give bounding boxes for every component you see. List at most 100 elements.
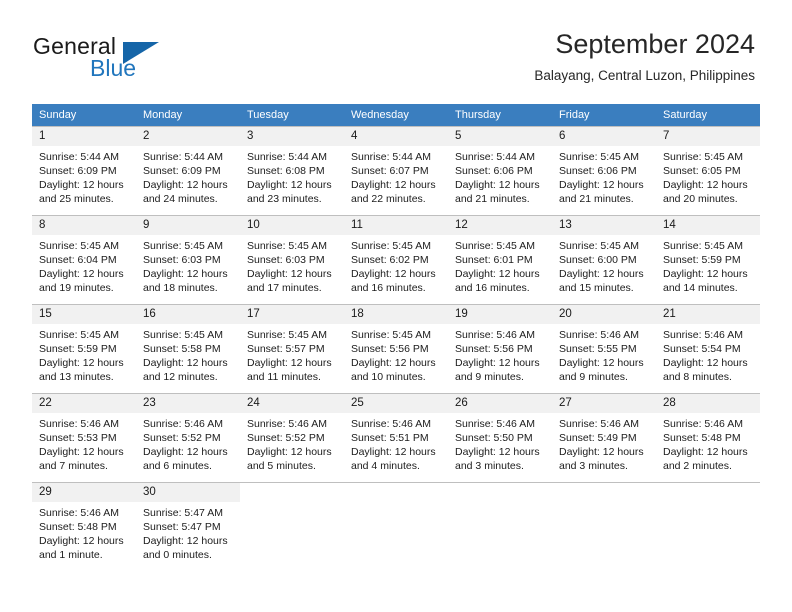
calendar-week-row: 8 Sunrise: 5:45 AM Sunset: 6:04 PM Dayli… xyxy=(32,215,760,305)
day-number: 28 xyxy=(656,394,760,413)
sunrise-text: Sunrise: 5:46 AM xyxy=(351,418,431,430)
calendar-day-cell[interactable]: 19 Sunrise: 5:46 AM Sunset: 5:56 PM Dayl… xyxy=(448,304,552,394)
sunrise-text: Sunrise: 5:46 AM xyxy=(559,418,639,430)
daylight-text-line1: Daylight: 12 hours xyxy=(351,357,436,369)
day-number: 21 xyxy=(656,305,760,324)
daylight-text-line2: and 22 minutes. xyxy=(351,193,426,205)
calendar-day-cell[interactable]: 22 Sunrise: 5:46 AM Sunset: 5:53 PM Dayl… xyxy=(32,393,136,483)
sunrise-text: Sunrise: 5:45 AM xyxy=(351,240,431,252)
day-details: Sunrise: 5:45 AM Sunset: 6:04 PM Dayligh… xyxy=(32,235,136,295)
sunset-text: Sunset: 6:09 PM xyxy=(143,165,221,177)
day-number xyxy=(552,483,656,502)
calendar-week-row: 15 Sunrise: 5:45 AM Sunset: 5:59 PM Dayl… xyxy=(32,304,760,394)
calendar-day-cell[interactable]: 30 Sunrise: 5:47 AM Sunset: 5:47 PM Dayl… xyxy=(136,482,240,571)
day-number: 19 xyxy=(448,305,552,324)
day-number: 27 xyxy=(552,394,656,413)
daylight-text-line2: and 14 minutes. xyxy=(663,282,738,294)
daylight-text-line2: and 0 minutes. xyxy=(143,549,212,561)
calendar-day-cell[interactable]: 28 Sunrise: 5:46 AM Sunset: 5:48 PM Dayl… xyxy=(656,393,760,483)
day-number: 25 xyxy=(344,394,448,413)
sunrise-text: Sunrise: 5:45 AM xyxy=(247,329,327,341)
sunset-text: Sunset: 6:05 PM xyxy=(663,165,741,177)
calendar-day-cell[interactable]: 21 Sunrise: 5:46 AM Sunset: 5:54 PM Dayl… xyxy=(656,304,760,394)
sunset-text: Sunset: 5:53 PM xyxy=(39,432,117,444)
daylight-text-line2: and 8 minutes. xyxy=(663,371,732,383)
calendar-day-cell[interactable]: 29 Sunrise: 5:46 AM Sunset: 5:48 PM Dayl… xyxy=(32,482,136,571)
brand-name-blue: Blue xyxy=(90,55,137,81)
calendar-day-cell[interactable]: 9 Sunrise: 5:45 AM Sunset: 6:03 PM Dayli… xyxy=(136,215,240,305)
calendar-day-cell[interactable]: 13 Sunrise: 5:45 AM Sunset: 6:00 PM Dayl… xyxy=(552,215,656,305)
calendar-day-cell[interactable]: 11 Sunrise: 5:45 AM Sunset: 6:02 PM Dayl… xyxy=(344,215,448,305)
day-number: 6 xyxy=(552,127,656,146)
day-number: 5 xyxy=(448,127,552,146)
daylight-text-line2: and 1 minute. xyxy=(39,549,103,561)
sunset-text: Sunset: 5:51 PM xyxy=(351,432,429,444)
daylight-text-line1: Daylight: 12 hours xyxy=(39,179,124,191)
day-details: Sunrise: 5:45 AM Sunset: 5:57 PM Dayligh… xyxy=(240,324,344,384)
calendar-day-cell-empty xyxy=(344,482,448,571)
brand-logo[interactable]: General Blue xyxy=(33,33,243,85)
calendar-day-cell[interactable]: 7 Sunrise: 5:45 AM Sunset: 6:05 PM Dayli… xyxy=(656,126,760,216)
sunset-text: Sunset: 5:47 PM xyxy=(143,521,221,533)
sunrise-text: Sunrise: 5:46 AM xyxy=(143,418,223,430)
calendar-week-row: 22 Sunrise: 5:46 AM Sunset: 5:53 PM Dayl… xyxy=(32,393,760,483)
day-number: 30 xyxy=(136,483,240,502)
day-details: Sunrise: 5:44 AM Sunset: 6:09 PM Dayligh… xyxy=(136,146,240,206)
calendar-day-cell[interactable]: 12 Sunrise: 5:45 AM Sunset: 6:01 PM Dayl… xyxy=(448,215,552,305)
calendar-day-cell[interactable]: 23 Sunrise: 5:46 AM Sunset: 5:52 PM Dayl… xyxy=(136,393,240,483)
sunrise-text: Sunrise: 5:45 AM xyxy=(351,329,431,341)
calendar-day-cell[interactable]: 20 Sunrise: 5:46 AM Sunset: 5:55 PM Dayl… xyxy=(552,304,656,394)
sunrise-text: Sunrise: 5:44 AM xyxy=(39,151,119,163)
sunset-text: Sunset: 6:04 PM xyxy=(39,254,117,266)
day-details: Sunrise: 5:46 AM Sunset: 5:49 PM Dayligh… xyxy=(552,413,656,473)
day-details: Sunrise: 5:45 AM Sunset: 6:05 PM Dayligh… xyxy=(656,146,760,206)
daylight-text-line2: and 21 minutes. xyxy=(559,193,634,205)
daylight-text-line2: and 3 minutes. xyxy=(455,460,524,472)
daylight-text-line1: Daylight: 12 hours xyxy=(143,268,228,280)
daylight-text-line1: Daylight: 12 hours xyxy=(351,446,436,458)
calendar-day-cell[interactable]: 4 Sunrise: 5:44 AM Sunset: 6:07 PM Dayli… xyxy=(344,126,448,216)
daylight-text-line1: Daylight: 12 hours xyxy=(559,268,644,280)
day-details: Sunrise: 5:44 AM Sunset: 6:07 PM Dayligh… xyxy=(344,146,448,206)
sunrise-text: Sunrise: 5:45 AM xyxy=(39,329,119,341)
daylight-text-line1: Daylight: 12 hours xyxy=(39,357,124,369)
sunrise-text: Sunrise: 5:45 AM xyxy=(559,151,639,163)
calendar-day-cell[interactable]: 24 Sunrise: 5:46 AM Sunset: 5:52 PM Dayl… xyxy=(240,393,344,483)
daylight-text-line2: and 18 minutes. xyxy=(143,282,218,294)
calendar-day-cell[interactable]: 8 Sunrise: 5:45 AM Sunset: 6:04 PM Dayli… xyxy=(32,215,136,305)
day-number: 11 xyxy=(344,216,448,235)
calendar-day-cell[interactable]: 16 Sunrise: 5:45 AM Sunset: 5:58 PM Dayl… xyxy=(136,304,240,394)
daylight-text-line1: Daylight: 12 hours xyxy=(663,357,748,369)
calendar-day-cell[interactable]: 6 Sunrise: 5:45 AM Sunset: 6:06 PM Dayli… xyxy=(552,126,656,216)
calendar-day-cell[interactable]: 26 Sunrise: 5:46 AM Sunset: 5:50 PM Dayl… xyxy=(448,393,552,483)
calendar-day-cell[interactable]: 3 Sunrise: 5:44 AM Sunset: 6:08 PM Dayli… xyxy=(240,126,344,216)
day-number: 10 xyxy=(240,216,344,235)
sunrise-text: Sunrise: 5:46 AM xyxy=(247,418,327,430)
calendar-day-cell[interactable]: 1 Sunrise: 5:44 AM Sunset: 6:09 PM Dayli… xyxy=(32,126,136,216)
calendar-day-cell[interactable]: 27 Sunrise: 5:46 AM Sunset: 5:49 PM Dayl… xyxy=(552,393,656,483)
daylight-text-line1: Daylight: 12 hours xyxy=(559,179,644,191)
day-number: 7 xyxy=(656,127,760,146)
day-number xyxy=(344,483,448,502)
calendar-day-cell-empty xyxy=(240,482,344,571)
calendar-day-cell[interactable]: 17 Sunrise: 5:45 AM Sunset: 5:57 PM Dayl… xyxy=(240,304,344,394)
calendar-day-cell[interactable]: 18 Sunrise: 5:45 AM Sunset: 5:56 PM Dayl… xyxy=(344,304,448,394)
sunset-text: Sunset: 6:06 PM xyxy=(559,165,637,177)
day-number xyxy=(448,483,552,502)
calendar-day-cell[interactable]: 25 Sunrise: 5:46 AM Sunset: 5:51 PM Dayl… xyxy=(344,393,448,483)
daylight-text-line2: and 7 minutes. xyxy=(39,460,108,472)
calendar-day-cell[interactable]: 2 Sunrise: 5:44 AM Sunset: 6:09 PM Dayli… xyxy=(136,126,240,216)
daylight-text-line1: Daylight: 12 hours xyxy=(247,446,332,458)
sunrise-text: Sunrise: 5:46 AM xyxy=(39,418,119,430)
calendar-day-cell[interactable]: 15 Sunrise: 5:45 AM Sunset: 5:59 PM Dayl… xyxy=(32,304,136,394)
calendar-body: 1 Sunrise: 5:44 AM Sunset: 6:09 PM Dayli… xyxy=(32,126,760,571)
daylight-text-line2: and 2 minutes. xyxy=(663,460,732,472)
day-number: 15 xyxy=(32,305,136,324)
calendar-day-cell[interactable]: 10 Sunrise: 5:45 AM Sunset: 6:03 PM Dayl… xyxy=(240,215,344,305)
sunset-text: Sunset: 6:08 PM xyxy=(247,165,325,177)
calendar-day-cell[interactable]: 5 Sunrise: 5:44 AM Sunset: 6:06 PM Dayli… xyxy=(448,126,552,216)
calendar-day-cell[interactable]: 14 Sunrise: 5:45 AM Sunset: 5:59 PM Dayl… xyxy=(656,215,760,305)
day-number: 3 xyxy=(240,127,344,146)
daylight-text-line2: and 10 minutes. xyxy=(351,371,426,383)
daylight-text-line1: Daylight: 12 hours xyxy=(455,446,540,458)
